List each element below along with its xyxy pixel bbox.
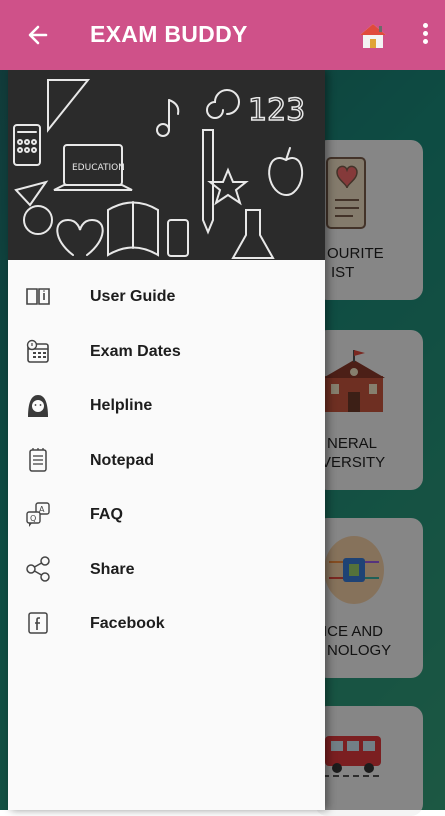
support-agent-icon [24,391,52,419]
facebook-icon [24,609,52,637]
app-bar: EXAM BUDDY [0,0,445,70]
menu-item-exam-dates[interactable]: Exam Dates [8,325,325,380]
menu-item-faq[interactable]: AQ FAQ [8,488,325,543]
menu-item-label: User Guide [90,288,176,305]
app-title: EXAM BUDDY [90,21,248,47]
menu-item-share[interactable]: Share [8,543,325,598]
calendar-icon [24,337,52,365]
menu-item-label: Helpline [90,397,153,414]
drawer-menu: User Guide Exam Dates Helpline Notepad A… [8,270,325,652]
menu-item-label: Facebook [90,615,165,632]
more-options-icon[interactable] [418,20,432,50]
menu-item-label: FAQ [90,506,123,523]
svg-text:123: 123 [248,93,305,128]
menu-item-label: Share [90,560,135,578]
back-arrow-icon[interactable] [26,18,56,52]
menu-item-notepad[interactable]: Notepad [8,434,325,489]
book-icon [24,282,52,310]
svg-text:Q: Q [30,514,36,523]
faq-icon: AQ [24,500,52,528]
menu-item-helpline[interactable]: Helpline [8,379,325,434]
share-icon [24,555,52,583]
chalkboard-doodles-image: 123 EDUCATION [8,70,325,260]
menu-item-label: Exam Dates [90,342,181,360]
menu-item-label: Notepad [90,451,154,469]
education-label: EDUCATION [72,163,125,173]
notepad-icon [24,446,52,474]
menu-item-user-guide[interactable]: User Guide [8,270,325,325]
menu-item-facebook[interactable]: Facebook [8,597,325,652]
drawer-header-image: 123 EDUCATION [8,70,325,260]
home-icon[interactable] [358,22,388,50]
navigation-drawer: 123 EDUCATION User Guide Exam Dates Help… [8,70,325,810]
